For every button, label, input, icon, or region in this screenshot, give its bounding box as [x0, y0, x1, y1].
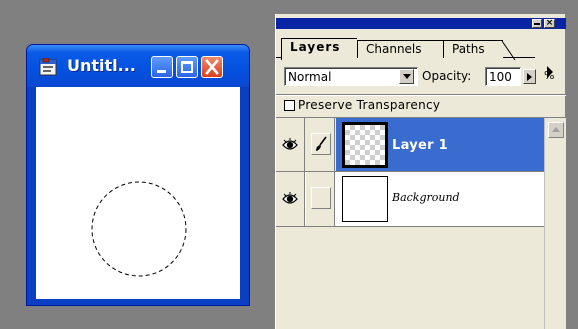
layer-name: Layer 1 — [392, 138, 449, 153]
document-titlebar[interactable]: Untitl... — [27, 45, 249, 87]
layer-visibility-toggle[interactable] — [276, 118, 305, 172]
layer-thumbnail — [342, 176, 388, 222]
scroll-up-arrow-icon — [552, 127, 560, 132]
document-canvas[interactable] — [36, 87, 240, 299]
blend-mode-value: Normal — [288, 70, 332, 84]
blend-mode-select[interactable]: Normal — [284, 67, 418, 86]
divider — [276, 95, 566, 96]
preserve-transparency-label[interactable]: Preserve Transparency — [298, 98, 440, 112]
dropdown-arrow-icon — [527, 73, 532, 81]
layers-palette: × Paths Channels Layers Normal Opacity: … — [275, 14, 566, 329]
layer-name: Background — [392, 191, 460, 204]
palette-minimize-button[interactable] — [532, 19, 542, 28]
layers-scrollbar[interactable] — [544, 118, 566, 329]
preserve-transparency-checkbox[interactable] — [284, 100, 295, 111]
opacity-input[interactable]: 100 — [485, 67, 521, 86]
layer-row-background[interactable]: Background — [276, 172, 544, 226]
tab-label: Channels — [366, 42, 422, 56]
app-document-icon[interactable] — [39, 57, 59, 76]
eye-icon — [282, 138, 298, 150]
blend-mode-dropdown-button[interactable] — [399, 69, 414, 84]
minimize-icon — [157, 70, 166, 73]
tab-layers[interactable]: Layers — [281, 38, 357, 60]
divider — [276, 226, 544, 227]
palette-close-button[interactable]: × — [544, 19, 555, 28]
layers-list: Layer 1 Background — [276, 118, 544, 329]
maximize-button[interactable] — [176, 56, 198, 78]
layer-brush-toggle[interactable] — [306, 172, 335, 226]
tab-label: Layers — [290, 40, 341, 54]
dropdown-arrow-icon — [403, 74, 411, 79]
document-window: Untitl... — [26, 44, 250, 306]
opacity-slider-button[interactable] — [523, 69, 536, 84]
elliptical-selection-marquee — [91, 181, 187, 277]
maximize-icon — [181, 61, 193, 73]
tab-channels[interactable]: Channels — [357, 40, 443, 58]
tab-label: Paths — [452, 42, 485, 56]
tab-paths[interactable]: Paths — [443, 40, 516, 61]
opacity-value: 100 — [489, 70, 512, 84]
brush-frame — [311, 187, 331, 209]
layer-row-content[interactable]: Layer 1 — [336, 118, 544, 172]
layer-brush-toggle[interactable] — [306, 118, 335, 172]
document-title: Untitl... — [67, 56, 136, 75]
brush-frame — [311, 133, 331, 155]
scroll-up-button[interactable] — [548, 122, 564, 138]
layer-row-content[interactable]: Background — [336, 172, 544, 226]
close-icon — [205, 59, 219, 75]
layer-visibility-toggle[interactable] — [276, 172, 305, 226]
opacity-unit: % — [544, 69, 555, 82]
layer-thumbnail — [342, 122, 388, 168]
minimize-button[interactable] — [151, 56, 173, 78]
opacity-label: Opacity: — [422, 69, 472, 83]
paintbrush-icon — [316, 136, 327, 151]
close-icon: × — [545, 18, 554, 28]
eye-icon — [282, 192, 298, 204]
layer-row-layer-1[interactable]: Layer 1 — [276, 118, 544, 172]
close-button[interactable] — [201, 56, 223, 78]
palette-titlebar[interactable]: × — [276, 18, 566, 29]
